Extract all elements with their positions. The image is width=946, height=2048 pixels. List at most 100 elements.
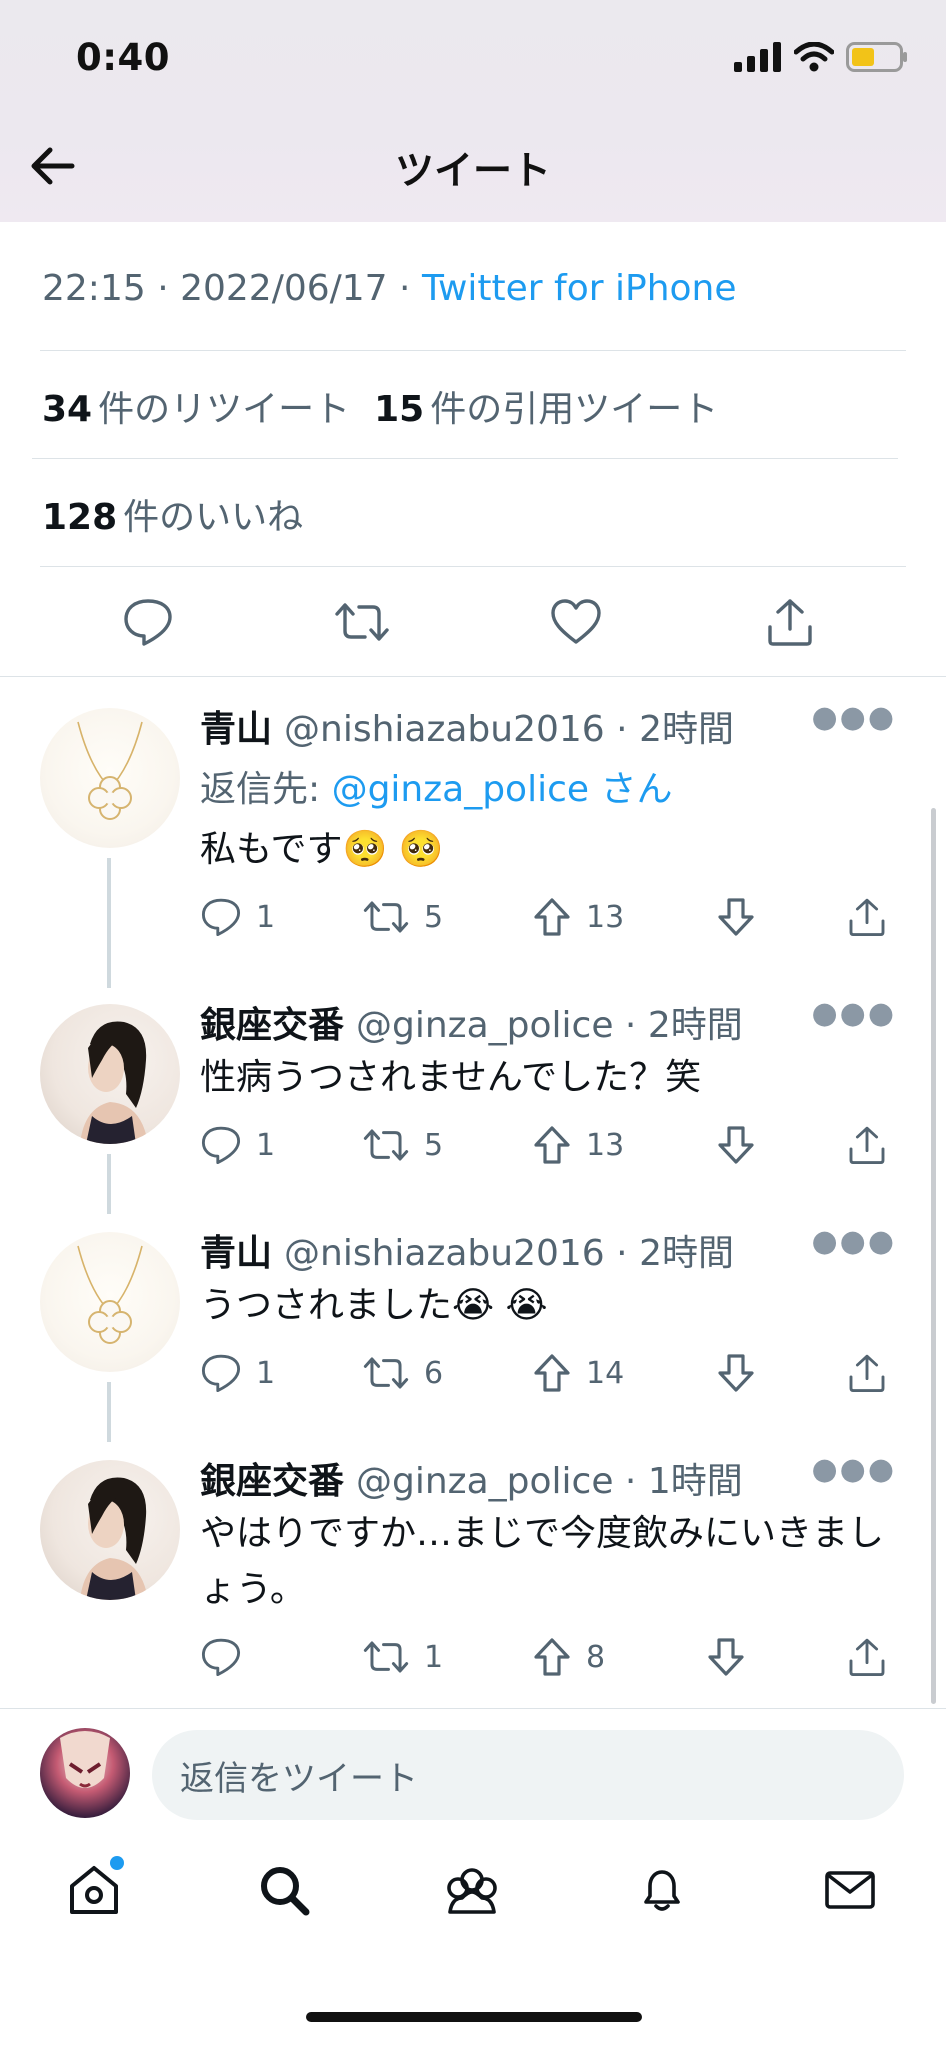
home-icon	[70, 1866, 118, 1914]
search-icon	[261, 1867, 310, 1916]
reply-button[interactable]	[200, 1632, 256, 1682]
separator-dot: ·	[604, 709, 640, 750]
tab-home[interactable]	[54, 1850, 134, 1930]
share-icon	[849, 898, 885, 937]
more-button[interactable]: ●●●	[811, 700, 896, 735]
reply-time: 1時間	[647, 1461, 743, 1502]
necklace-image	[77, 721, 143, 820]
retweets-label: 件のリツイート	[98, 389, 351, 430]
tab-explore[interactable]	[244, 1850, 324, 1930]
tweet-action-bar	[0, 592, 946, 678]
reply-action-bar: 1 6 14	[200, 1348, 900, 1398]
downvote-button[interactable]	[716, 892, 756, 942]
divider	[40, 350, 906, 351]
retweet-icon	[335, 603, 389, 641]
downvote-button[interactable]	[716, 1120, 756, 1170]
reply-button[interactable]: 1	[200, 1120, 275, 1170]
top-bar: 0:40 ツイート	[0, 0, 946, 222]
share-button[interactable]	[846, 1120, 888, 1170]
reply-button[interactable]	[118, 592, 178, 652]
like-button[interactable]	[546, 592, 606, 652]
more-icon: ●●●	[811, 1224, 896, 1259]
reply-to-handle[interactable]: @ginza_police	[332, 769, 589, 810]
signal-icon	[734, 42, 781, 72]
upvote-icon	[534, 1354, 570, 1392]
thread-line	[107, 1154, 111, 1214]
downvote-button[interactable]	[706, 1632, 746, 1682]
reply-to-suffix: さん	[600, 769, 673, 810]
share-button[interactable]	[846, 892, 888, 942]
retweet-button[interactable]: 5	[362, 892, 443, 942]
messages-icon	[825, 1871, 875, 1909]
upvote-button[interactable]: 8	[532, 1632, 605, 1682]
divider	[40, 566, 906, 567]
status-icons	[734, 42, 908, 72]
tweet-time: 22:15	[42, 268, 146, 309]
thread-line	[107, 858, 111, 988]
reply-compose-input[interactable]: 返信をツイート	[152, 1730, 904, 1820]
tab-communities[interactable]	[432, 1850, 512, 1930]
more-button[interactable]: ●●●	[811, 1452, 896, 1487]
share-button[interactable]	[846, 1348, 888, 1398]
quotes-count: 15	[374, 389, 425, 430]
wifi-icon	[794, 42, 834, 72]
retweet-button[interactable]: 6	[362, 1348, 443, 1398]
tab-messages[interactable]	[810, 1850, 890, 1930]
retweet-button[interactable]: 5	[362, 1120, 443, 1170]
home-indicator	[306, 2012, 642, 2022]
bottom-tab-bar	[0, 1850, 946, 1950]
tweet-source-link[interactable]: Twitter for iPhone	[422, 268, 737, 309]
battery-icon	[846, 42, 907, 72]
retweet-button[interactable]: 1	[362, 1632, 443, 1682]
compose-placeholder: 返信をツイート	[180, 1758, 418, 1799]
notifications-icon	[644, 1870, 680, 1911]
tab-notifications[interactable]	[622, 1850, 702, 1930]
reply-count: 1	[256, 899, 276, 935]
reply-text: やはりですか…まじで今度飲みにいきましょう。	[200, 1513, 885, 1610]
retweets-stat[interactable]: 34 件のリツイート	[42, 389, 350, 430]
notification-dot	[110, 1856, 124, 1870]
display-name[interactable]: 銀座交番	[200, 1005, 344, 1046]
more-button[interactable]: ●●●	[811, 996, 896, 1031]
reply-text: 性病うつされませんでした？笑	[200, 1057, 702, 1098]
share-button[interactable]	[760, 592, 820, 652]
my-avatar[interactable]	[40, 1728, 130, 1818]
downvote-icon	[718, 1126, 754, 1164]
upvote-button[interactable]: 13	[532, 892, 624, 942]
share-button[interactable]	[846, 1632, 888, 1682]
display-name[interactable]: 銀座交番	[200, 1461, 344, 1502]
likes-stat[interactable]: 128 件のいいね	[42, 488, 303, 540]
reply-count: 1	[256, 1127, 276, 1163]
retweet-stats: 34 件のリツイート 15 件の引用ツイート	[42, 380, 718, 432]
retweet-button[interactable]	[332, 592, 392, 652]
share-icon	[849, 1126, 885, 1165]
more-button[interactable]: ●●●	[811, 1224, 896, 1259]
upvote-count: 8	[586, 1639, 606, 1675]
reply-button[interactable]: 1	[200, 1348, 275, 1398]
display-name[interactable]: 青山	[200, 709, 272, 750]
reply-button[interactable]: 1	[200, 892, 275, 942]
display-name[interactable]: 青山	[200, 1233, 272, 1274]
user-handle[interactable]: @ginza_police	[356, 1461, 613, 1502]
retweet-icon	[363, 901, 409, 933]
avatar[interactable]	[40, 708, 180, 848]
tweet-timestamp: 22:15 · 2022/06/17 · Twitter for iPhone	[42, 268, 737, 309]
scrollbar[interactable]	[931, 808, 936, 1704]
avatar[interactable]	[40, 1232, 180, 1372]
quotes-stat[interactable]: 15 件の引用ツイート	[374, 389, 718, 430]
downvote-button[interactable]	[716, 1348, 756, 1398]
avatar[interactable]	[40, 1004, 180, 1144]
profile-photo	[60, 1731, 110, 1788]
user-handle[interactable]: @nishiazabu2016	[284, 1233, 605, 1274]
avatar[interactable]	[40, 1460, 180, 1600]
user-handle[interactable]: @ginza_police	[356, 1005, 613, 1046]
divider	[32, 458, 898, 459]
downvote-icon	[718, 1354, 754, 1392]
upvote-button[interactable]: 14	[532, 1348, 624, 1398]
more-icon: ●●●	[811, 996, 896, 1031]
upvote-button[interactable]: 13	[532, 1120, 624, 1170]
reply-count: 1	[256, 1355, 276, 1391]
quotes-label: 件の引用ツイート	[430, 389, 719, 430]
user-handle[interactable]: @nishiazabu2016	[284, 709, 605, 750]
page-title: ツイート	[394, 149, 551, 194]
